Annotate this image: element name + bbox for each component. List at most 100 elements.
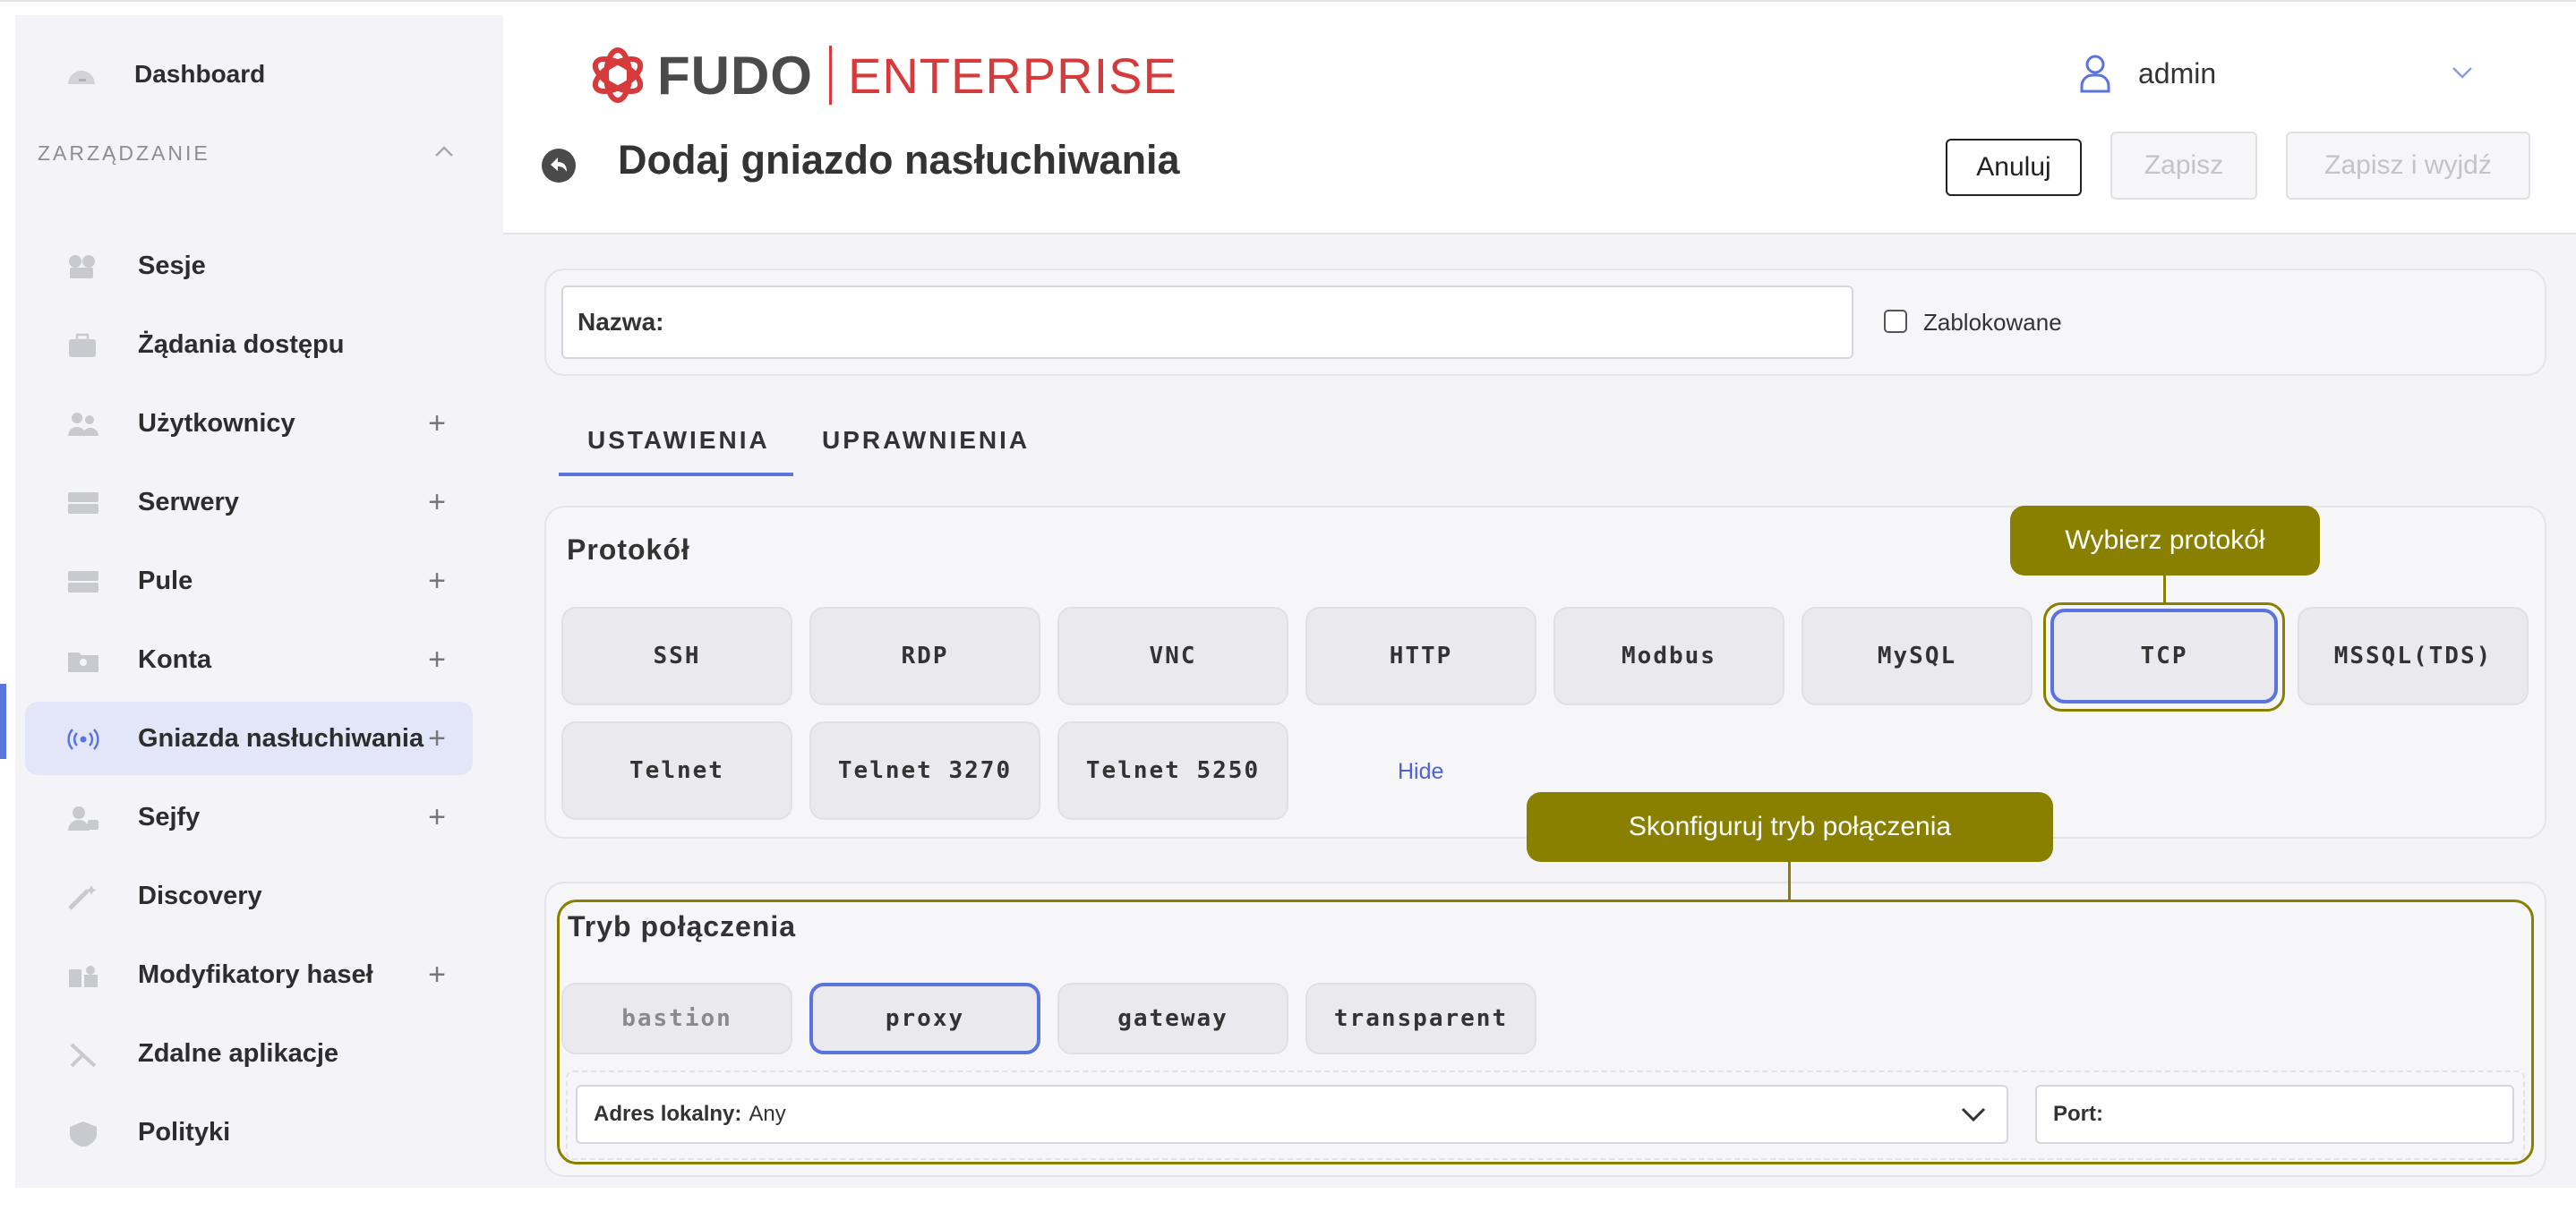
safe-user-icon	[68, 806, 98, 831]
tcp-highlight-outline	[2043, 602, 2285, 712]
local-address-label: Adres lokalny:	[594, 1102, 742, 1126]
users-icon	[68, 413, 98, 436]
expand-plus-icon[interactable]: +	[428, 802, 446, 832]
sidebar-item-zdalne-aplikacje[interactable]: Zdalne aplikacje	[25, 1017, 473, 1090]
active-tab-underline	[559, 473, 793, 476]
save-and-exit-button[interactable]: Zapisz i wyjdź	[2286, 132, 2530, 200]
logo: FUDO ENTERPRISE	[587, 39, 1177, 111]
sidebar-item-label: Użytkownicy	[138, 408, 295, 438]
protocol-option-vnc[interactable]: VNC	[1057, 607, 1288, 705]
top-border	[0, 0, 2576, 2]
protocol-option-telnet[interactable]: Telnet	[561, 721, 792, 820]
connection-mode-proxy[interactable]: proxy	[809, 983, 1040, 1054]
sidebar-item-label: Discovery	[138, 881, 262, 910]
save-button[interactable]: Zapisz	[2110, 132, 2257, 200]
sidebar-item-label: Konta	[138, 644, 212, 674]
logo-text-enterprise: ENTERPRISE	[847, 47, 1177, 104]
protocol-callout: Wybierz protokół	[2010, 506, 2320, 576]
cancel-button[interactable]: Anuluj	[1946, 139, 2082, 196]
connection-mode-callout: Skonfiguruj tryb połączenia	[1527, 792, 2053, 862]
protocol-option-modbus[interactable]: Modbus	[1553, 607, 1784, 705]
protocol-option-ssh[interactable]: SSH	[561, 607, 792, 705]
protocol-callout-line	[2163, 576, 2166, 602]
puzzle-icon	[69, 966, 98, 987]
protocol-option-mysql[interactable]: MySQL	[1801, 607, 2033, 705]
connection-mode-bastion: bastion	[561, 983, 792, 1054]
sidebar-item-discovery[interactable]: Discovery	[25, 859, 473, 933]
sidebar-item-label: Sejfy	[138, 802, 201, 831]
sidebar-item-polityki[interactable]: Polityki	[25, 1096, 473, 1169]
sidebar-item-modyfikatory-haseł[interactable]: Modyfikatory haseł +	[25, 938, 473, 1011]
chevron-down-icon[interactable]	[2451, 64, 2474, 81]
logo-divider	[828, 46, 832, 105]
local-address-select[interactable]: Adres lokalny: Any	[576, 1085, 2008, 1144]
name-field[interactable]: Nazwa:	[561, 286, 1853, 359]
connection-mode-heading: Tryb połączenia	[568, 910, 797, 942]
connection-mode-callout-line	[1788, 862, 1791, 900]
name-input[interactable]	[672, 294, 1852, 350]
page-title: Dodaj gniazdo nasłuchiwania	[618, 137, 1180, 183]
blocked-label: Zablokowane	[1923, 309, 2062, 336]
tools-icon	[70, 1043, 97, 1068]
magic-wand-icon	[68, 885, 97, 910]
sidebar-item-serwery[interactable]: Serwery +	[25, 465, 473, 539]
chevron-down-icon	[1961, 1107, 1986, 1122]
local-address-value: Any	[749, 1102, 786, 1126]
account-folder-icon	[68, 652, 98, 672]
protocol-option-rdp[interactable]: RDP	[809, 607, 1040, 705]
connection-mode-gateway[interactable]: gateway	[1057, 983, 1288, 1054]
connection-mode-transparent[interactable]: transparent	[1305, 983, 1536, 1054]
back-button[interactable]	[542, 149, 576, 183]
sidebar-item-gniazda-nasłuchiwania[interactable]: Gniazda nasłuchiwania +	[25, 702, 473, 775]
expand-plus-icon[interactable]: +	[428, 959, 446, 990]
server-icon	[68, 492, 98, 514]
expand-plus-icon[interactable]: +	[428, 566, 446, 596]
camera-icon	[69, 255, 95, 278]
sidebar-item-pule[interactable]: Pule +	[25, 544, 473, 618]
sidebar-item-dashboard[interactable]: Dashboard	[25, 38, 473, 111]
sidebar-item-konta[interactable]: Konta +	[25, 623, 473, 696]
tab-permissions[interactable]: UPRAWNIENIA	[822, 426, 1030, 455]
briefcase-icon	[69, 333, 96, 357]
sidebar-item-żądania-dostępu[interactable]: Żądania dostępu	[25, 308, 473, 381]
port-input[interactable]	[2110, 1091, 2512, 1138]
fudo-logo-icon	[592, 47, 644, 103]
sidebar-item-label: Modyfikatory haseł	[138, 959, 373, 989]
expand-plus-icon[interactable]: +	[428, 408, 446, 439]
blocked-checkbox[interactable]	[1884, 310, 1907, 333]
name-label: Nazwa:	[578, 308, 664, 336]
sidebar-item-sesje[interactable]: Sesje	[25, 229, 473, 303]
broadcast-icon	[67, 729, 99, 750]
protocol-option-http[interactable]: HTTP	[1305, 607, 1536, 705]
protocol-option-telnet-5250[interactable]: Telnet 5250	[1057, 721, 1288, 820]
protocol-option-mssql-tds-[interactable]: MSSQL(TDS)	[2298, 607, 2529, 705]
user-name: admin	[2138, 56, 2217, 90]
expand-plus-icon[interactable]: +	[428, 644, 446, 675]
chevron-up-icon[interactable]	[433, 141, 455, 163]
expand-plus-icon[interactable]: +	[428, 487, 446, 517]
sidebar-item-label: Żądania dostępu	[138, 329, 345, 359]
user-menu[interactable]: admin	[2079, 52, 2216, 95]
sidebar-item-sejfy[interactable]: Sejfy +	[25, 780, 473, 854]
sidebar-item-label: Gniazda nasłuchiwania	[138, 723, 424, 753]
user-icon	[2080, 55, 2110, 93]
protocol-heading: Protokół	[567, 533, 690, 566]
active-indicator	[0, 684, 6, 759]
sidebar-item-użytkownicy[interactable]: Użytkownicy +	[25, 387, 473, 460]
expand-plus-icon[interactable]: +	[428, 723, 446, 754]
server-pool-icon	[68, 571, 98, 593]
port-field[interactable]: Port:	[2035, 1085, 2514, 1144]
sidebar-item-label: Sesje	[138, 251, 206, 280]
shield-icon	[70, 1121, 97, 1147]
logo-text-fudo: FUDO	[657, 45, 813, 106]
sidebar-item-label: Pule	[138, 566, 193, 595]
tab-settings[interactable]: USTAWIENIA	[587, 426, 770, 455]
port-label: Port:	[2053, 1102, 2103, 1126]
sidebar-item-label: Serwery	[138, 487, 239, 516]
sidebar-item-label: Zdalne aplikacje	[138, 1038, 339, 1068]
protocol-option-telnet-3270[interactable]: Telnet 3270	[809, 721, 1040, 820]
back-arrow-icon	[551, 158, 567, 172]
hide-link[interactable]: Hide	[1398, 759, 1443, 785]
dashboard-icon	[68, 71, 95, 84]
section-title: ZARZĄDZANIE	[38, 141, 210, 165]
